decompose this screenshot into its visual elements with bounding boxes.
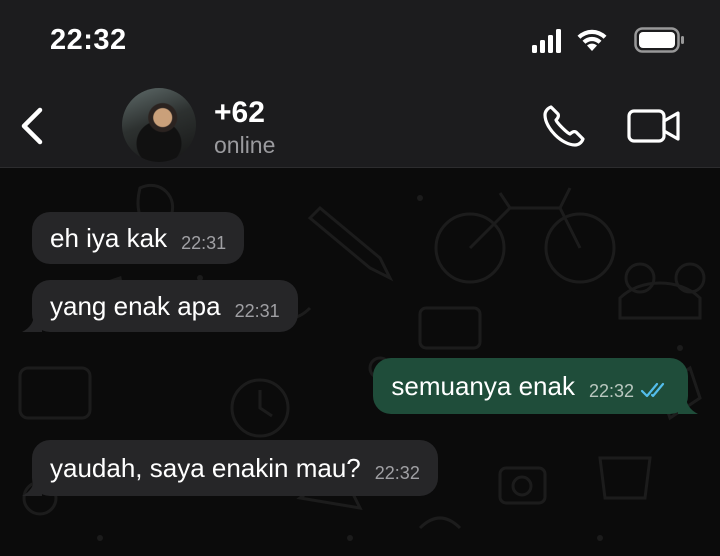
message-text: semuanya enak <box>391 370 575 401</box>
battery-icon <box>634 27 684 53</box>
message-bubble-outgoing[interactable]: semuanya enak 22:32 <box>373 358 688 414</box>
message-bubble-incoming[interactable]: yaudah, saya enakin mau? 22:32 <box>32 440 438 496</box>
status-bar: 22:32 <box>0 0 720 82</box>
status-time: 22:32 <box>50 24 127 56</box>
back-icon <box>21 107 43 145</box>
message-time: 22:32 <box>588 380 634 401</box>
bubble-tail <box>22 314 42 332</box>
video-call-button[interactable] <box>626 106 682 146</box>
message-text: eh iya kak <box>50 222 168 253</box>
avatar[interactable] <box>122 88 196 162</box>
phone-icon <box>543 105 585 147</box>
signal-icon <box>532 29 561 53</box>
chat-header: +62 online <box>0 82 720 168</box>
contact-name[interactable]: +62 <box>214 96 265 130</box>
video-camera-icon <box>627 109 680 143</box>
back-button[interactable] <box>14 104 52 148</box>
message-text: yaudah, saya enakin mau? <box>50 452 361 483</box>
message-time: 22:31 <box>234 300 280 321</box>
bubble-tail <box>678 396 698 414</box>
wifi-icon <box>577 29 607 51</box>
chat-area[interactable]: eh iya kak 22:31 yang enak apa 22:31 sem… <box>0 168 720 556</box>
bubble-tail <box>22 478 42 496</box>
message-text: yang enak apa <box>50 290 221 321</box>
message-time: 22:32 <box>374 462 420 483</box>
message-time: 22:31 <box>181 232 227 253</box>
message-bubble-incoming[interactable]: eh iya kak 22:31 <box>32 212 245 264</box>
message-bubble-incoming[interactable]: yang enak apa 22:31 <box>32 280 298 332</box>
voice-call-button[interactable] <box>540 102 588 150</box>
contact-status: online <box>214 132 276 158</box>
double-check-icon <box>640 382 665 398</box>
